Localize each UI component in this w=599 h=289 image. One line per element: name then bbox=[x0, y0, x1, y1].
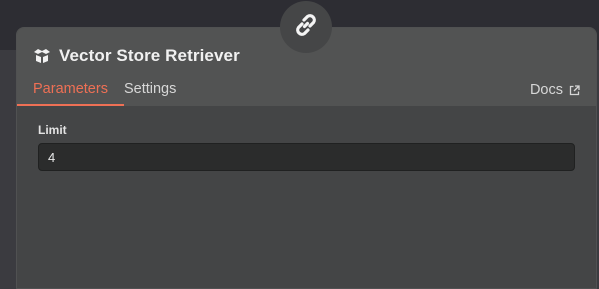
docs-link[interactable]: Docs bbox=[530, 80, 580, 99]
tab-parameters[interactable]: Parameters bbox=[17, 80, 124, 106]
tab-settings[interactable]: Settings bbox=[124, 80, 192, 106]
limit-input[interactable] bbox=[38, 143, 575, 171]
tab-bar: Parameters Settings bbox=[17, 80, 192, 106]
node-title: Vector Store Retriever bbox=[59, 46, 240, 65]
title-row: Vector Store Retriever bbox=[33, 44, 240, 68]
docs-label: Docs bbox=[529, 81, 563, 98]
limit-label: Limit bbox=[38, 123, 67, 137]
parameters-body: Limit bbox=[17, 106, 596, 288]
node-details-panel: Vector Store Retriever Parameters Settin… bbox=[16, 27, 597, 289]
external-link-icon bbox=[569, 84, 580, 96]
link-connector-button[interactable] bbox=[280, 1, 332, 53]
link-icon bbox=[291, 10, 321, 45]
box-open-icon bbox=[33, 48, 51, 64]
